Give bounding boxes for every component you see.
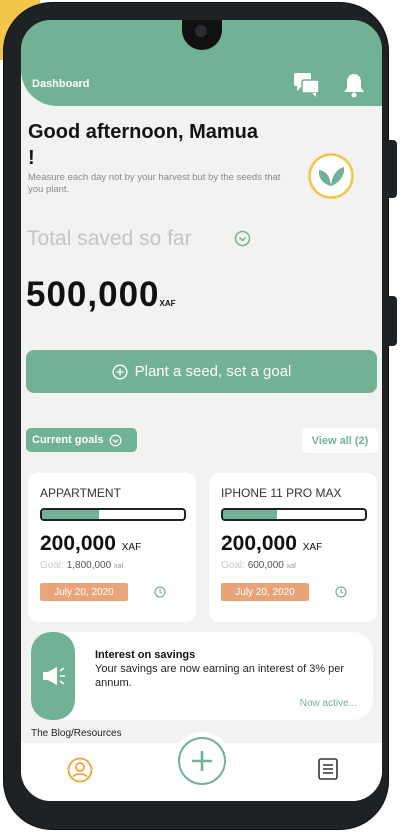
chevron-down-circle-icon [109,434,121,446]
bell-icon[interactable] [343,72,365,98]
total-saved-amount: 500,000XAF [26,275,176,315]
plus-icon [192,751,212,771]
goal-target: Goal: 600,000 xaf [221,560,296,571]
blog-section-title: The Blog/Resources [31,728,122,739]
view-all-button[interactable]: View all (2) [302,428,378,453]
plus-circle-icon [112,363,128,380]
leaf-logo-icon [308,153,354,199]
plant-seed-label: Plant a seed, set a goal [134,363,292,380]
app-screen: Dashboard Good afternoon, Mamua ! Measur… [21,20,382,801]
chevron-down-circle-icon[interactable] [234,230,251,247]
goal-card-iphone[interactable]: IPHONE 11 PRO MAX 200,000 XAF Goal: 600,… [209,473,377,622]
phone-side-button [388,296,397,346]
goal-card-appartment[interactable]: APPARTMENT 200,000 XAF Goal: 1,800,000 x… [28,473,196,622]
phone-side-button [388,140,397,198]
goal-progress-fill [42,510,99,519]
page-title: Dashboard [32,78,90,90]
clock-icon[interactable] [154,586,166,598]
greeting-text: Good afternoon, Mamua ! [28,121,258,169]
chat-icon[interactable] [293,72,321,98]
goal-saved-amount: 200,000 XAF [40,532,142,555]
goal-name: IPHONE 11 PRO MAX [221,486,342,500]
interest-card[interactable]: Interest on savings Your savings are now… [31,632,373,720]
goal-saved-amount: 200,000 XAF [221,532,323,555]
goal-date-badge: July 20, 2020 [221,583,309,601]
plant-seed-button[interactable]: Plant a seed, set a goal [26,350,377,393]
phone-frame: Dashboard Good afternoon, Mamua ! Measur… [4,3,388,829]
goal-progress-bar [40,508,186,521]
clock-icon[interactable] [335,586,347,598]
megaphone-icon [43,667,65,685]
interest-title: Interest on savings [95,649,196,661]
amount-currency: XAF [159,299,176,308]
goal-date-badge: July 20, 2020 [40,583,128,601]
goal-progress-fill [223,510,277,519]
goal-name: APPARTMENT [40,486,121,500]
greeting-quote: Measure each day not by your harvest but… [28,172,281,195]
total-saved-label: Total saved so far [27,227,192,250]
interest-status-link[interactable]: Now active... [300,698,357,709]
camera-icon [195,25,207,37]
amount-value: 500,000 [26,275,160,314]
profile-icon[interactable] [67,757,93,783]
goal-target: Goal: 1,800,000 xaf [40,560,124,571]
current-goals-label: Current goals [32,434,104,446]
goal-progress-bar [221,508,367,521]
add-fab-button[interactable] [173,732,231,790]
document-list-icon[interactable] [317,757,339,781]
current-goals-dropdown[interactable]: Current goals [26,428,137,452]
interest-text: Your savings are now earning an interest… [95,663,345,689]
